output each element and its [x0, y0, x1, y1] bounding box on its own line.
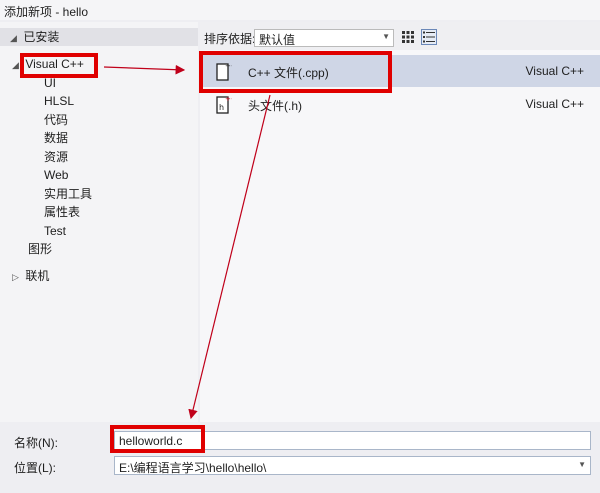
chevron-down-icon: ▼ — [578, 460, 586, 469]
template-list-pane: 排序依据: 默认值 ▼ ++ C++ 文件(.cpp) Visual C++ — [200, 22, 600, 422]
location-label: 位置(L): — [14, 461, 57, 475]
item-details-form: 名称(N): helloworld.c 位置(L): E:\编程语言学习\hel… — [0, 422, 600, 493]
template-row-header[interactable]: h ++ 头文件(.h) Visual C++ — [200, 88, 600, 120]
tree-item-graphics[interactable]: 图形 — [28, 240, 52, 258]
template-row-cpp[interactable]: ++ C++ 文件(.cpp) Visual C++ — [200, 55, 600, 87]
tree-item-hlsl[interactable]: HLSL — [44, 92, 74, 110]
collapse-arrow-icon: ◢ — [10, 33, 17, 43]
tree-item-data[interactable]: 数据 — [44, 129, 68, 147]
svg-text:++: ++ — [225, 62, 232, 70]
cpp-file-icon: ++ — [216, 62, 232, 81]
template-category-tree: ◢ 已安装 ◢ Visual C++ UI HLSL 代码 数据 资源 Web … — [0, 22, 198, 422]
grid-view-button[interactable] — [400, 29, 416, 45]
window-title: 添加新项 - hello — [0, 0, 600, 20]
name-input[interactable]: helloworld.c — [114, 431, 591, 450]
list-view-icon — [423, 31, 435, 43]
tree-item-property-sheet[interactable]: 属性表 — [44, 203, 80, 221]
sort-label: 排序依据: — [204, 32, 256, 46]
template-language: Visual C++ — [525, 97, 584, 111]
sort-dropdown[interactable]: 默认值 ▼ — [254, 29, 394, 47]
template-name: C++ 文件(.cpp) — [248, 66, 329, 80]
tree-item-online[interactable]: ▷ 联机 — [12, 267, 49, 285]
tree-item-ui[interactable]: UI — [44, 74, 56, 92]
tree-item-resource[interactable]: 资源 — [44, 148, 68, 166]
tree-item-code[interactable]: 代码 — [44, 111, 68, 129]
expand-arrow-icon: ◢ — [12, 60, 19, 70]
expand-arrow-icon: ▷ — [12, 272, 19, 282]
tree-item-visual-cpp[interactable]: ◢ Visual C++ — [12, 55, 84, 73]
header-file-icon: h ++ — [216, 95, 232, 114]
tree-item-web[interactable]: Web — [44, 166, 68, 184]
location-combobox[interactable]: E:\编程语言学习\hello\hello\ ▼ — [114, 456, 591, 475]
template-language: Visual C++ — [525, 64, 584, 78]
name-label: 名称(N): — [14, 436, 58, 450]
svg-text:++: ++ — [225, 95, 232, 103]
template-name: 头文件(.h) — [248, 99, 303, 113]
tree-item-test[interactable]: Test — [44, 222, 66, 240]
chevron-down-icon: ▼ — [382, 32, 390, 41]
tree-header-installed[interactable]: ◢ 已安装 — [0, 28, 198, 46]
tree-item-utility[interactable]: 实用工具 — [44, 185, 92, 203]
grid-view-icon — [402, 31, 414, 43]
svg-text:h: h — [219, 103, 224, 112]
list-view-button[interactable] — [421, 29, 437, 45]
list-toolbar: 排序依据: 默认值 ▼ — [200, 22, 600, 50]
